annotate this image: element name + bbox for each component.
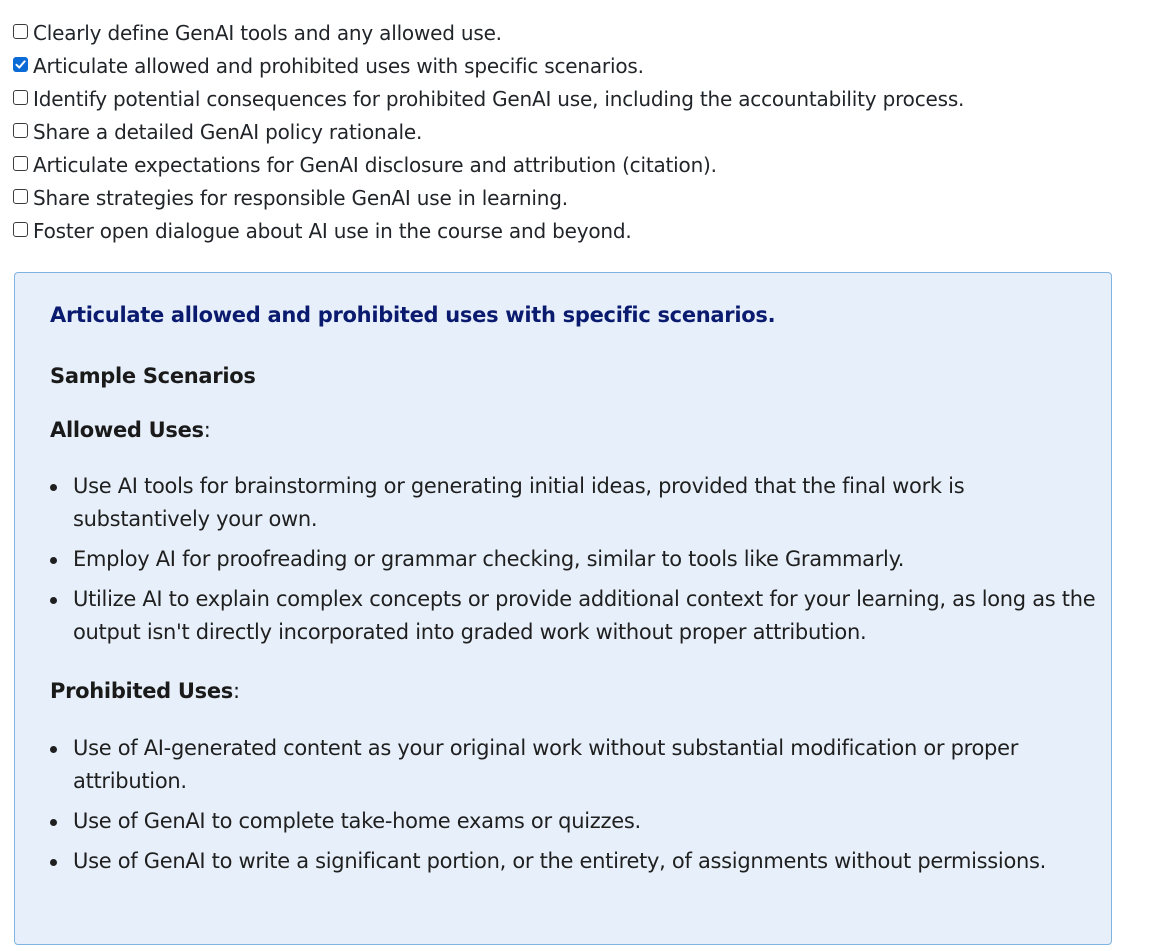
list-item: Employ AI for proofreading or grammar ch…: [50, 543, 1100, 576]
checkbox-disclosure[interactable]: [13, 156, 28, 171]
allowed-uses-label: Allowed Uses: [50, 418, 204, 442]
checklist-label: Share strategies for responsible GenAI u…: [33, 185, 568, 210]
bullet-icon: [50, 746, 57, 753]
checklist-item-rationale[interactable]: Share a detailed GenAI policy rationale.: [13, 115, 964, 148]
bullet-icon: [50, 819, 57, 826]
checklist-item-define-tools[interactable]: Clearly define GenAI tools and any allow…: [13, 16, 964, 49]
list-item-text: Use of AI-generated content as your orig…: [73, 736, 1019, 793]
list-item: Use of AI-generated content as your orig…: [50, 732, 1100, 798]
checklist-item-strategies[interactable]: Share strategies for responsible GenAI u…: [13, 181, 964, 214]
list-item-text: Use AI tools for brainstorming or genera…: [73, 474, 965, 531]
checkbox-define-tools[interactable]: [13, 24, 28, 39]
allowed-uses-list: Use AI tools for brainstorming or genera…: [50, 470, 1100, 656]
checklist-label: Foster open dialogue about AI use in the…: [33, 218, 632, 243]
list-item-text: Use of GenAI to write a significant port…: [73, 849, 1047, 873]
list-item-text: Employ AI for proofreading or grammar ch…: [73, 547, 905, 571]
prohibited-uses-label: Prohibited Uses: [50, 679, 233, 703]
checklist-item-disclosure[interactable]: Articulate expectations for GenAI disclo…: [13, 148, 964, 181]
prohibited-uses-colon: :: [232, 679, 240, 703]
checklist-label: Identify potential consequences for proh…: [33, 86, 965, 111]
checkbox-strategies[interactable]: [13, 189, 28, 204]
checkbox-consequences[interactable]: [13, 90, 28, 105]
panel-title: Articulate allowed and prohibited uses w…: [50, 303, 776, 327]
prohibited-uses-heading: Prohibited Uses:: [50, 679, 240, 703]
bullet-icon: [50, 484, 57, 491]
checkbox-rationale[interactable]: [13, 123, 28, 138]
list-item: Utilize AI to explain complex concepts o…: [50, 583, 1100, 649]
checklist-label: Clearly define GenAI tools and any allow…: [33, 20, 502, 45]
allowed-uses-heading: Allowed Uses:: [50, 418, 211, 442]
list-item: Use of GenAI to complete take-home exams…: [50, 805, 1100, 838]
list-item: Use AI tools for brainstorming or genera…: [50, 470, 1100, 536]
checkbox-dialogue[interactable]: [13, 222, 28, 237]
scenario-panel: Articulate allowed and prohibited uses w…: [14, 272, 1112, 945]
checklist-label: Articulate expectations for GenAI disclo…: [33, 152, 717, 177]
checkmark-icon: [15, 60, 26, 69]
bullet-icon: [50, 859, 57, 866]
allowed-uses-colon: :: [203, 418, 211, 442]
checklist-label: Share a detailed GenAI policy rationale.: [33, 119, 423, 144]
checklist-label: Articulate allowed and prohibited uses w…: [33, 53, 644, 78]
checklist-item-consequences[interactable]: Identify potential consequences for proh…: [13, 82, 964, 115]
bullet-icon: [50, 557, 57, 564]
checklist-item-dialogue[interactable]: Foster open dialogue about AI use in the…: [13, 214, 964, 247]
policy-checklist: Clearly define GenAI tools and any allow…: [13, 16, 964, 247]
list-item: Use of GenAI to write a significant port…: [50, 845, 1100, 878]
prohibited-uses-list: Use of AI-generated content as your orig…: [50, 732, 1100, 885]
checkbox-allowed-prohibited[interactable]: [13, 57, 28, 72]
sample-scenarios-heading: Sample Scenarios: [50, 364, 256, 388]
list-item-text: Utilize AI to explain complex concepts o…: [73, 587, 1096, 644]
bullet-icon: [50, 597, 57, 604]
list-item-text: Use of GenAI to complete take-home exams…: [73, 809, 641, 833]
checklist-item-allowed-prohibited[interactable]: Articulate allowed and prohibited uses w…: [13, 49, 964, 82]
